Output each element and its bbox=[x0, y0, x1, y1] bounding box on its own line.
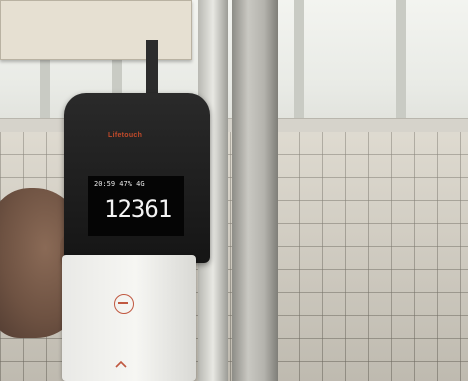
chevron-up-icon[interactable] bbox=[114, 358, 128, 372]
wall-board bbox=[0, 0, 192, 60]
power-button-icon[interactable] bbox=[114, 294, 134, 314]
photo-scene: Lifetouch 20:59 47% 4G 12361 bbox=[0, 0, 468, 381]
display-value: 12361 bbox=[104, 195, 172, 223]
display-status-line: 20:59 47% 4G bbox=[94, 180, 145, 188]
column-right bbox=[232, 0, 278, 381]
power-button-mark bbox=[118, 302, 128, 304]
device-brand: Lifetouch bbox=[108, 132, 143, 139]
device-bottom-shell bbox=[62, 255, 196, 381]
